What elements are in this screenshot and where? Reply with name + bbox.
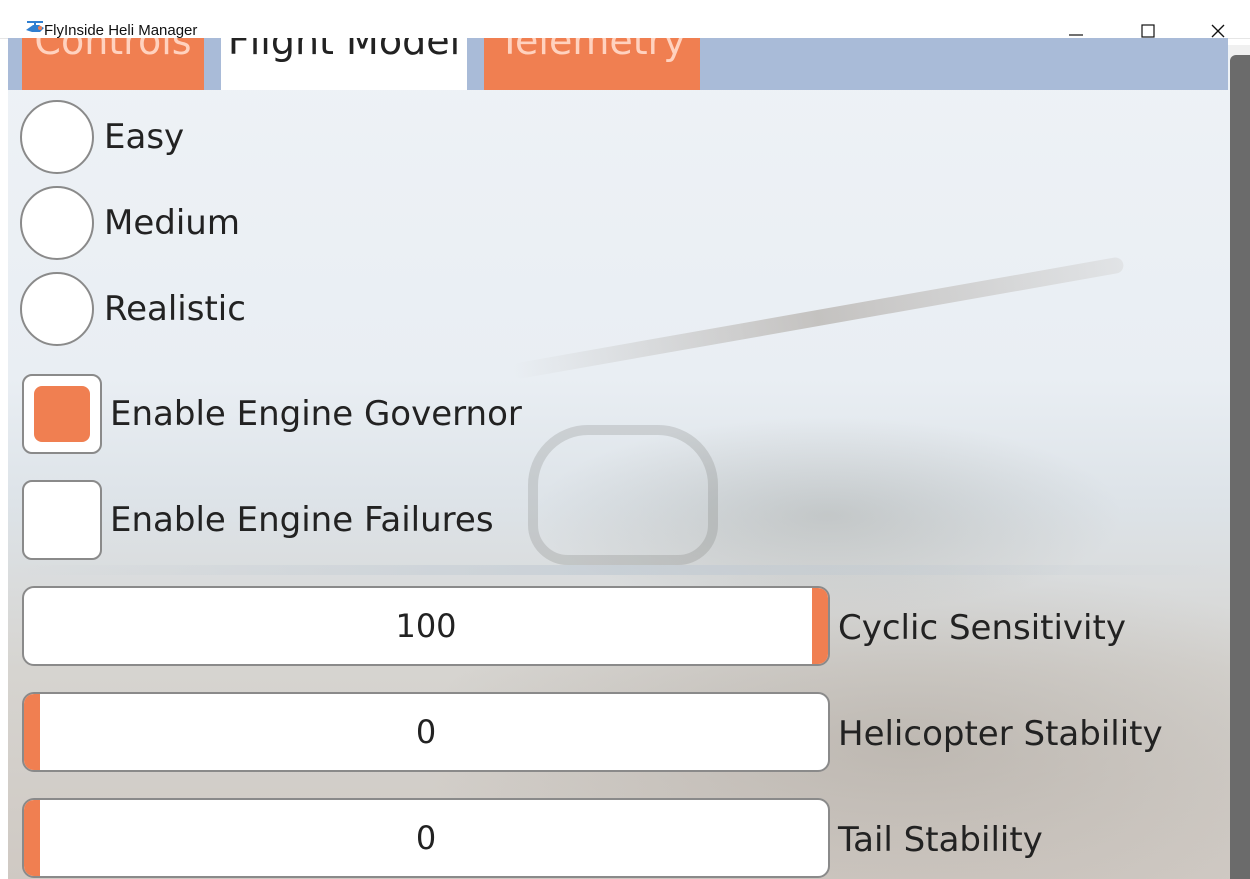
app-window: FlyInside Heli Manager Controls Flight M… xyxy=(0,0,1250,879)
helicopter-icon xyxy=(26,21,44,32)
radio-easy[interactable]: Easy xyxy=(20,97,184,177)
slider-value: 0 xyxy=(415,713,437,751)
radio-medium-label: Medium xyxy=(104,203,240,243)
cyclic-sensitivity-label: Cyclic Sensitivity xyxy=(838,608,1126,648)
radio-easy-label: Easy xyxy=(104,117,185,157)
engine-failures-checkbox[interactable] xyxy=(22,480,102,560)
title-bar: FlyInside Heli Manager xyxy=(0,0,1250,39)
background-rotor xyxy=(511,256,1125,380)
radio-realistic-circle[interactable] xyxy=(20,272,94,346)
engine-failures-option[interactable]: Enable Engine Failures xyxy=(22,480,494,560)
tail-stability-slider[interactable]: 0 xyxy=(22,798,830,878)
tab-telemetry[interactable]: Telemetry xyxy=(484,38,700,90)
cyclic-sensitivity-slider[interactable]: 100 xyxy=(22,586,830,666)
minimize-icon xyxy=(1069,34,1083,36)
tab-controls[interactable]: Controls xyxy=(22,38,204,90)
radio-medium-circle[interactable] xyxy=(20,186,94,260)
checkbox-checked-indicator xyxy=(34,386,90,442)
tab-flight-model-label: Flight Model xyxy=(227,38,461,63)
slider-value: 100 xyxy=(395,607,457,645)
tail-stability-label: Tail Stability xyxy=(838,820,1043,860)
radio-easy-circle[interactable] xyxy=(20,100,94,174)
tab-flight-model[interactable]: Flight Model xyxy=(218,38,470,90)
background-horizon xyxy=(8,565,1230,575)
engine-governor-checkbox[interactable] xyxy=(22,374,102,454)
engine-failures-label: Enable Engine Failures xyxy=(110,500,494,540)
tab-controls-label: Controls xyxy=(34,38,192,63)
radio-realistic-label: Realistic xyxy=(104,289,246,329)
engine-governor-label: Enable Engine Governor xyxy=(110,394,522,434)
radio-realistic[interactable]: Realistic xyxy=(20,269,246,349)
helicopter-stability-label: Helicopter Stability xyxy=(838,714,1163,754)
tab-telemetry-label: Telemetry xyxy=(498,38,686,63)
maximize-icon xyxy=(1141,24,1155,38)
radio-medium[interactable]: Medium xyxy=(20,183,240,263)
scrollbar-thumb[interactable] xyxy=(1230,55,1250,879)
window-title: FlyInside Heli Manager xyxy=(44,22,198,39)
close-icon xyxy=(1211,24,1225,38)
engine-governor-option[interactable]: Enable Engine Governor xyxy=(22,374,522,454)
slider-value: 0 xyxy=(415,819,437,857)
helicopter-stability-slider[interactable]: 0 xyxy=(22,692,830,772)
background-helicopter xyxy=(528,425,718,565)
